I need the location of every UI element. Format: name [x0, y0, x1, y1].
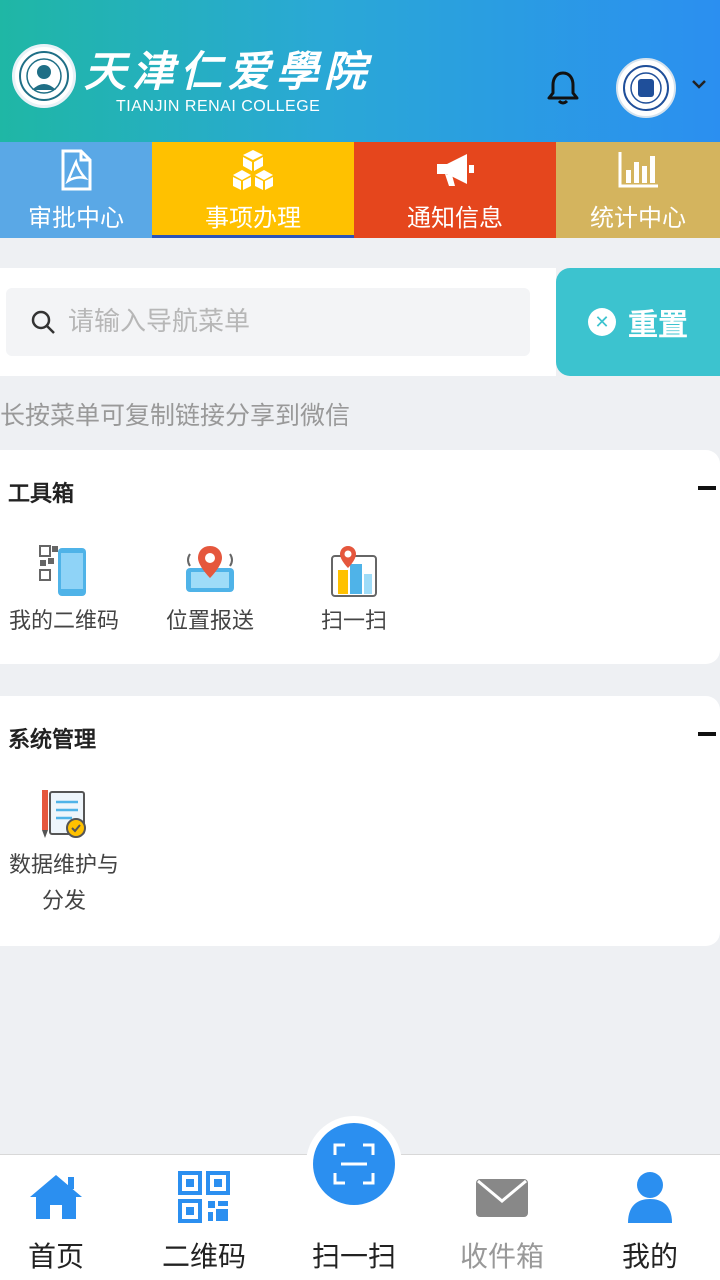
tab-statistics-center[interactable]: 统计中心	[556, 142, 720, 238]
section-title: 系统管理	[8, 728, 97, 753]
bar-chart-icon	[618, 151, 658, 187]
tool-location-report[interactable]: 位置报送	[140, 542, 280, 640]
tool-label: 我的二维码	[8, 609, 119, 634]
college-name: 天津仁爱學院	[84, 47, 373, 96]
toolbox-card: 工具箱 我的二维码 位置报送 扫一扫	[0, 450, 720, 664]
college-seal-logo	[12, 44, 76, 108]
share-hint: 长按菜单可复制链接分享到微信	[0, 401, 351, 430]
nav-label: 扫一扫	[311, 1240, 396, 1273]
bell-icon[interactable]	[546, 70, 580, 106]
search-field[interactable]	[6, 288, 530, 356]
qr-code-icon	[178, 1171, 230, 1223]
envelope-icon	[476, 1179, 528, 1217]
home-icon	[30, 1175, 82, 1219]
tool-my-qrcode[interactable]: 我的二维码	[0, 542, 134, 640]
tool-label-line1: 数据维护与	[8, 853, 119, 878]
nav-label: 收件箱	[459, 1240, 544, 1273]
reset-button[interactable]: ✕ 重置	[556, 268, 720, 376]
scan-button-inner	[313, 1123, 395, 1205]
close-icon: ✕	[588, 308, 616, 336]
section-title: 工具箱	[8, 482, 75, 507]
nav-label: 二维码	[161, 1240, 246, 1273]
tool-data-maintenance[interactable]: 数据维护与 分发	[0, 786, 134, 920]
tab-label: 统计中心	[590, 203, 686, 232]
tab-label: 审批中心	[28, 203, 124, 232]
app-header: 天津仁爱學院 TIANJIN RENAI COLLEGE	[0, 0, 720, 142]
collapse-icon[interactable]	[698, 486, 716, 490]
college-name-english: TIANJIN RENAI COLLEGE	[116, 98, 321, 115]
scan-button[interactable]	[306, 1116, 402, 1212]
user-icon	[628, 1172, 672, 1223]
nav-label: 首页	[27, 1240, 84, 1273]
location-phone-icon	[186, 546, 234, 592]
reset-label: 重置	[628, 308, 688, 343]
collapse-icon[interactable]	[698, 732, 716, 736]
nav-home[interactable]: 首页	[0, 1155, 126, 1280]
tool-label: 位置报送	[165, 609, 254, 634]
scan-icon	[333, 1143, 375, 1185]
search-icon	[31, 310, 55, 334]
nav-profile[interactable]: 我的	[580, 1155, 720, 1280]
tool-label: 扫一扫	[320, 609, 387, 634]
chevron-down-icon[interactable]	[690, 76, 708, 90]
category-tabs: 审批中心 事项办理 通知信息 统计中心	[0, 142, 720, 238]
tool-label-line2: 分发	[41, 889, 86, 914]
megaphone-icon	[437, 153, 474, 186]
tab-item-handling[interactable]: 事项办理	[152, 142, 354, 238]
tab-approval-center[interactable]: 审批中心	[0, 142, 152, 238]
nav-qrcode[interactable]: 二维码	[134, 1155, 274, 1280]
nav-label: 我的	[621, 1240, 678, 1273]
tab-label: 通知信息	[407, 203, 503, 232]
scan-building-icon	[331, 546, 377, 597]
search-input[interactable]	[68, 307, 508, 337]
tool-scan[interactable]: 扫一扫	[284, 542, 424, 640]
search-bar	[0, 268, 556, 376]
data-document-icon	[42, 790, 86, 838]
qr-phone-icon	[39, 545, 86, 596]
avatar[interactable]	[616, 58, 676, 118]
system-management-card: 系统管理 数据维护与 分发	[0, 696, 720, 946]
cubes-icon	[233, 149, 273, 190]
pdf-document-icon	[61, 149, 92, 190]
tab-label: 事项办理	[205, 203, 301, 232]
nav-inbox[interactable]: 收件箱	[432, 1155, 572, 1280]
tab-notifications[interactable]: 通知信息	[354, 142, 556, 238]
